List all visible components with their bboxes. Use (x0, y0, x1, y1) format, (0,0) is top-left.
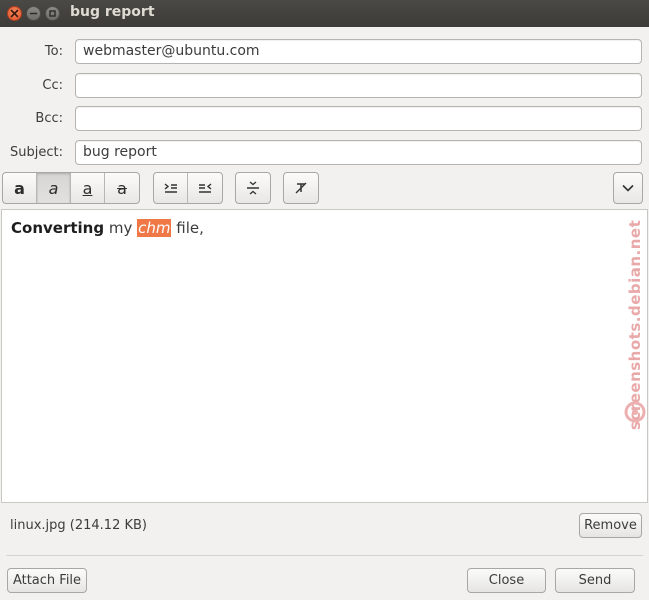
bcc-field[interactable] (75, 106, 642, 131)
debian-swirl-icon (624, 401, 646, 423)
insert-separator-group (235, 172, 271, 204)
bold-icon: a (14, 178, 25, 198)
remove-formatting-button[interactable] (284, 173, 318, 203)
cc-label: Cc: (42, 78, 63, 93)
underline-button[interactable]: a (71, 173, 105, 203)
title-bar: bug report (0, 0, 649, 27)
indent-group (153, 172, 223, 204)
text-style-group: a a a a (2, 172, 140, 204)
body-highlighted-text: chm (137, 219, 172, 237)
watermark: screenshots.debian.net (622, 180, 649, 430)
watermark-text: screenshots.debian.net (626, 219, 644, 430)
maximize-icon (49, 10, 56, 17)
strikethrough-icon: a (117, 178, 127, 198)
cc-field[interactable] (75, 73, 642, 98)
insert-separator-button[interactable] (236, 173, 270, 203)
window-minimize-button[interactable] (26, 6, 41, 21)
italic-icon: a (48, 178, 59, 198)
attach-file-button[interactable]: Attach File (7, 568, 87, 593)
body-text-after: file, (171, 219, 204, 237)
strikethrough-button[interactable]: a (105, 173, 139, 203)
indent-icon (164, 183, 177, 193)
subject-field[interactable]: bug report (75, 140, 642, 165)
close-icon (10, 9, 19, 18)
remove-attachment-button[interactable]: Remove (579, 513, 642, 538)
indent-button[interactable] (154, 173, 188, 203)
italic-button[interactable]: a (37, 173, 71, 203)
to-label: To: (44, 44, 63, 59)
to-field[interactable]: webmaster@ubuntu.com (75, 39, 642, 64)
window-title: bug report (70, 4, 155, 20)
unindent-icon (199, 183, 212, 193)
clear-formatting-icon (295, 182, 307, 194)
horizontal-rule-icon (247, 181, 259, 195)
window-close-button[interactable] (7, 6, 22, 21)
body-text-before: my (104, 219, 138, 237)
body-bold-text: Converting (11, 219, 105, 237)
underline-icon: a (82, 178, 93, 198)
close-button[interactable]: Close (467, 568, 546, 593)
bcc-label: Bcc: (35, 111, 63, 126)
send-button[interactable]: Send (555, 568, 635, 593)
subject-label: Subject: (10, 145, 63, 160)
footer-separator (6, 555, 643, 556)
minimize-icon (29, 12, 38, 15)
bold-button[interactable]: a (3, 173, 37, 203)
message-body-editor[interactable]: Converting my chm file, (1, 209, 648, 503)
remove-formatting-group (283, 172, 319, 204)
window-maximize-button[interactable] (45, 6, 60, 21)
attachment-name: linux.jpg (214.12 KB) (10, 518, 147, 533)
unindent-button[interactable] (188, 173, 222, 203)
